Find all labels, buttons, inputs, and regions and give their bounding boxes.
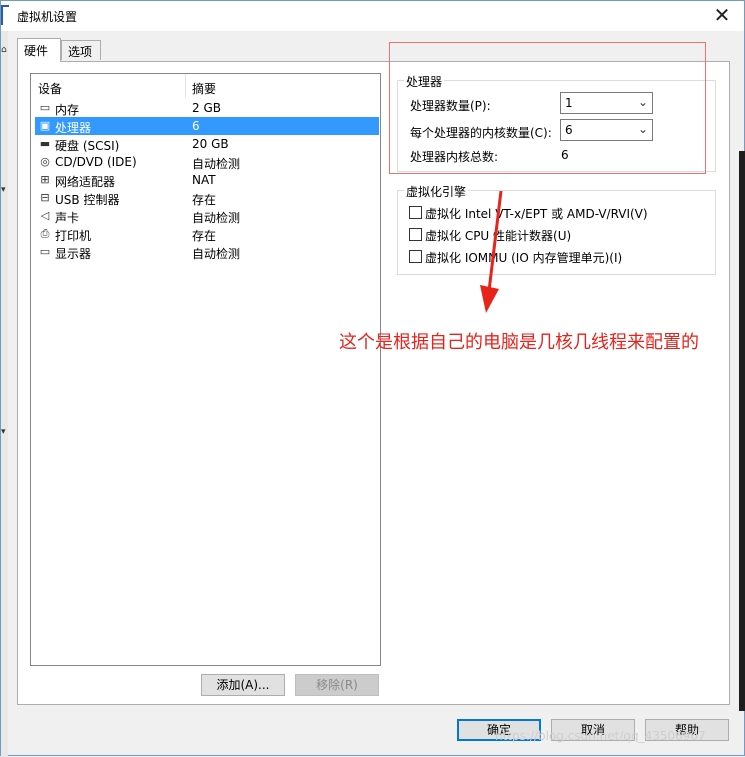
hard-disk-icon: ▬ [39,137,51,150]
device-summary: 自动检测 [192,157,241,171]
checkbox-box[interactable] [409,250,422,263]
device-summary: 存在 [192,193,217,207]
watermark: https://blog.csdn.net/qq_43506907 [495,729,706,743]
annotation-highlight-box [389,42,706,174]
device-list-header: 设备 摘要 [31,74,380,98]
device-summary: 存在 [192,229,217,243]
column-separator[interactable] [185,74,186,98]
virtualize-iommu-checkbox[interactable]: 虚拟化 IOMMU (IO 内存管理单元)(I) [409,248,689,266]
device-row-usb[interactable]: ⊟ USB 控制器 存在 [35,189,379,207]
device-summary: NAT [192,173,216,187]
caret-icon: ▾ [1,185,6,195]
network-adapter-icon: ⊞ [40,173,50,186]
cd-dvd-icon: ◎ [40,155,50,168]
add-device-button[interactable]: 添加(A)... [201,674,285,696]
column-header-summary[interactable]: 摘要 [192,80,216,97]
device-row-network-adapter[interactable]: ⊞ 网络适配器 NAT [35,171,379,189]
caret-icon: ▾ [1,427,6,437]
device-name: 显示器 [55,247,92,261]
device-list[interactable]: 设备 摘要 ▭ 内存 2 GB ▣ 处理器 6 ▬ 硬盘 (SCSI) 20 G… [30,73,381,666]
column-header-device[interactable]: 设备 [38,80,62,97]
device-summary: 自动检测 [192,211,241,225]
device-name: 打印机 [55,229,92,243]
device-row-sound-card[interactable]: ◁ 声卡 自动检测 [35,207,379,225]
device-name: 声卡 [55,211,80,225]
annotation-text: 这个是根据自己的电脑是几核几线程来配置的 [339,332,699,353]
title-bar: 虚拟机设置 ✕ [1,1,744,31]
device-row-printer[interactable]: ⎙ 打印机 存在 [35,225,379,243]
app-icon [1,5,9,25]
tab-options[interactable]: 选项 [61,40,101,60]
device-summary: 2 GB [192,101,221,115]
checkbox-box[interactable] [409,228,422,241]
usb-icon: ⊟ [40,191,50,204]
device-row-memory[interactable]: ▭ 内存 2 GB [35,99,379,117]
vm-settings-window: 虚拟机设置 ✕ ⌂ ▾ ▾ 硬件 选项 设备 摘要 ▭ 内存 2 GB ▣ 处理… [0,0,745,757]
processor-icon: ▣ [39,119,51,132]
device-summary: 自动检测 [192,247,241,261]
checkbox-label: 虚拟化 Intel VT-x/EPT 或 AMD-V/RVI(V) [425,207,648,221]
device-name: 内存 [55,103,80,117]
sound-card-icon: ◁ [40,209,50,222]
device-row-display[interactable]: ▭ 显示器 自动检测 [35,243,379,261]
remove-device-button[interactable]: 移除(R) [295,674,379,696]
device-summary: 20 GB [192,137,229,151]
close-icon[interactable]: ✕ [712,4,732,26]
background-window-edge [739,151,745,711]
window-title: 虚拟机设置 [17,10,78,24]
device-row-cd-dvd[interactable]: ◎ CD/DVD (IDE) 自动检测 [35,153,379,171]
virtualization-group-title: 虚拟化引擎 [404,183,469,200]
background-window-edge: ⌂ ▾ ▾ [1,31,8,757]
tab-hardware[interactable]: 硬件 [17,38,61,62]
device-name: USB 控制器 [55,193,120,207]
device-summary: 6 [192,119,200,133]
tab-label: 硬件 [24,44,49,58]
device-name: CD/DVD (IDE) [55,155,137,169]
device-row-processor[interactable]: ▣ 处理器 6 [35,117,379,135]
device-name: 处理器 [55,121,92,135]
virtualize-cpu-counters-checkbox[interactable]: 虚拟化 CPU 性能计数器(U) [409,226,689,244]
display-icon: ▭ [39,245,51,258]
printer-icon: ⎙ [40,227,50,240]
annotation-arrow-icon [480,191,503,313]
checkbox-box[interactable] [409,206,422,219]
checkbox-label: 虚拟化 IOMMU (IO 内存管理单元)(I) [425,251,623,265]
virtualize-vtx-checkbox[interactable]: 虚拟化 Intel VT-x/EPT 或 AMD-V/RVI(V) [409,204,689,222]
home-icon: ⌂ [1,45,7,55]
memory-icon: ▭ [39,101,51,114]
tab-label: 选项 [68,45,93,59]
device-row-hard-disk[interactable]: ▬ 硬盘 (SCSI) 20 GB [35,135,379,153]
device-name: 网络适配器 [55,175,116,189]
device-name: 硬盘 (SCSI) [55,139,120,153]
